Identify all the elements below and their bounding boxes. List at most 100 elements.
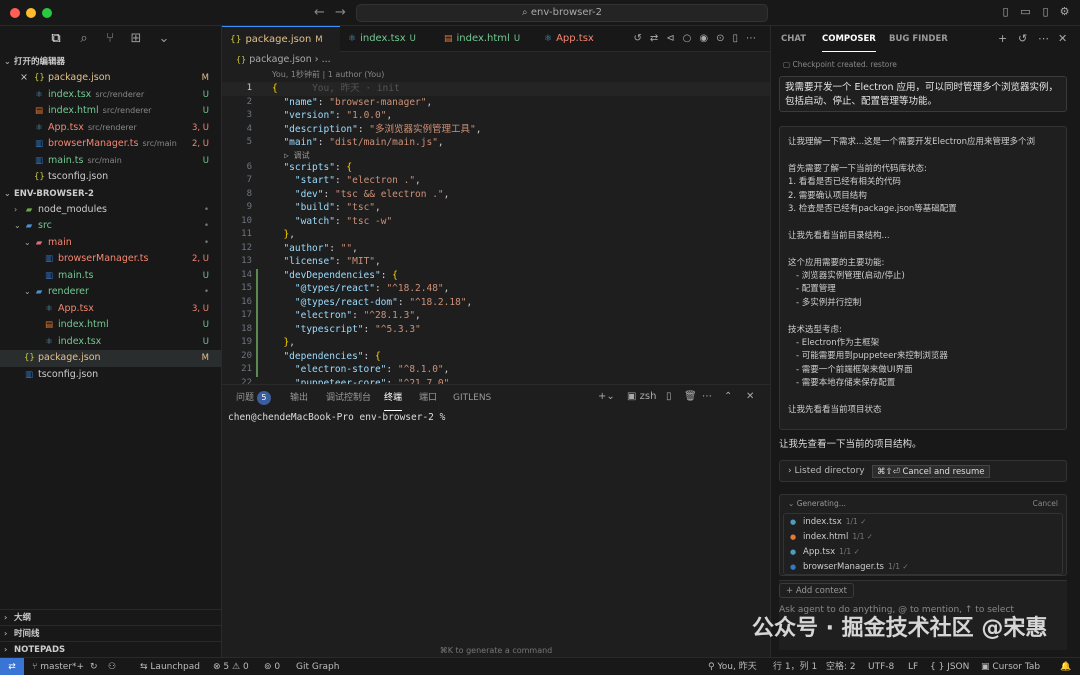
more-icon[interactable]: ⋯ [702,391,712,402]
code-line[interactable]: 7 "start": "electron .", [222,174,770,188]
language-mode[interactable]: { } JSON [930,658,969,675]
code-line[interactable]: 5 "main": "dist/main/main.js", [222,136,770,150]
gear-icon[interactable]: ⚙ [1058,6,1071,18]
sync-icon[interactable]: ↻ [90,658,98,675]
code-line[interactable]: 18 "typescript": "^5.3.3" [222,323,770,337]
split-terminal-icon[interactable]: ▯ [666,391,672,402]
close-icon[interactable]: ✕ [746,391,754,402]
history-icon[interactable]: ↺ [1018,32,1027,45]
terminal-prompt[interactable]: chen@chendeMacBook-Pro env-browser-2 % [228,412,445,423]
cancel-button[interactable]: Cancel [1033,495,1058,513]
command-center[interactable]: ⌕ env-browser-2 [356,4,768,22]
open-editor-item[interactable]: ⚛ App.tsx src/renderer 3, U [0,120,221,137]
tab-index-html[interactable]: ▤ index.html U [436,26,536,52]
indentation[interactable]: 空格: 2 [826,658,856,675]
forward-arrow-icon[interactable]: → [335,5,346,20]
code-line[interactable]: 12 "author": "", [222,242,770,256]
tab-app-tsx[interactable]: ⚛ App.tsx [536,26,606,52]
open-editor-item[interactable]: {} tsconfig.json [0,169,221,186]
open-editor-item[interactable]: ▤ index.html src/renderer U [0,103,221,120]
tree-item[interactable]: ⌄ ▰ renderer • [0,284,221,301]
new-terminal-icon[interactable]: +⌄ [598,391,615,402]
tab-problems[interactable]: 问题 5 [236,385,271,411]
tab-gitlens[interactable]: GITLENS [453,385,491,411]
live-share-icon[interactable]: ⚇ [108,658,116,675]
code-line[interactable]: 20 "dependencies": { [222,350,770,364]
eol[interactable]: LF [908,658,918,675]
toggle-sidebar-icon[interactable]: ▯ [999,6,1012,18]
code-line[interactable]: 3 "version": "1.0.0", [222,109,770,123]
source-control-icon[interactable]: ⑂ [102,31,118,47]
notification-icon[interactable]: 🔔 [1060,658,1071,675]
tab-bug-finder[interactable]: BUG FINDER [889,26,948,52]
tool-call-listed-directory[interactable]: › Listed directory ⌘⇧⏎ Cancel and resume [779,460,1067,482]
code-line[interactable]: 21 "electron-store": "^8.1.0", [222,363,770,377]
notepads-section[interactable]: › NOTEPADS [0,641,222,657]
tree-item[interactable]: ⌄ ▰ main • [0,235,221,252]
close-window-button[interactable] [10,8,20,18]
editor-actions[interactable]: ↺⇄⊲○◉⊙▯⋯ [633,33,764,44]
code-line[interactable]: 22 "puppeteer-core": "^21.7.0", [222,377,770,385]
code-line[interactable]: 13 "license": "MIT", [222,255,770,269]
tree-item[interactable]: ▤ index.html U [0,317,221,334]
code-line[interactable]: 1 { You, 昨天 · init [222,82,770,96]
encoding[interactable]: UTF-8 [868,658,894,675]
code-line[interactable]: 6 "scripts": { [222,161,770,175]
explorer-icon[interactable]: ⧉ [48,31,64,47]
code-line[interactable]: 17 "electron": "^28.1.3", [222,309,770,323]
breadcrumb[interactable]: {} package.json › ... [222,52,770,68]
open-editors-header[interactable]: ⌄ 打开的编辑器 [0,54,221,70]
cursor-position[interactable]: 行 1，列 1 [773,658,817,675]
generated-file-item[interactable]: ● browserManager.ts 1/1 ✓ [784,559,1062,574]
tree-item[interactable]: ⚛ index.tsx U [0,334,221,351]
code-line[interactable]: 10 "watch": "tsc -w" [222,215,770,229]
code-line[interactable]: 9 "build": "tsc", [222,201,770,215]
search-icon[interactable]: ⌕ [76,31,92,47]
branch-indicator[interactable]: ⑂ master*+ [32,658,84,675]
tab-terminal[interactable]: 终端 [384,385,403,411]
open-editor-item[interactable]: ▥ browserManager.ts src/main 2, U [0,136,221,153]
code-line[interactable]: 4 "description": "多浏览器实例管理工具", [222,123,770,137]
tree-item[interactable]: ▥ main.ts U [0,268,221,285]
code-view[interactable]: 1 { You, 昨天 · init 2 "name": "browser-mana… [222,82,770,384]
generated-file-item[interactable]: ● App.tsx 1/1 ✓ [784,544,1062,559]
minimize-window-button[interactable] [26,8,36,18]
tree-item[interactable]: › ▰ node_modules • [0,202,221,219]
blame-indicator[interactable]: ⚲ You, 昨天 [708,658,757,675]
remote-icon[interactable]: ⇄ [0,658,24,675]
close-icon[interactable]: ✕ [1058,32,1067,45]
extensions-icon[interactable]: ⊞ [128,31,144,47]
tab-composer[interactable]: COMPOSER [822,26,876,52]
debug-codelens[interactable]: ▷ 调试 [222,150,770,161]
git-blame-header[interactable]: You, 1秒钟前 | 1 author (You) [272,69,384,80]
tab-index-tsx[interactable]: ⚛ index.tsx U [340,26,436,52]
timeline-section[interactable]: › 时间线 [0,625,222,641]
tree-item[interactable]: ⚛ App.tsx 3, U [0,301,221,318]
back-arrow-icon[interactable]: ← [314,5,325,20]
terminal-shell-selector[interactable]: ▣ zsh [627,391,656,402]
tab-ports[interactable]: 端口 [419,385,437,411]
cursor-tab-indicator[interactable]: ▣ Cursor Tab [981,658,1040,675]
open-editor-item[interactable]: ⚛ index.tsx src/renderer U [0,87,221,104]
code-line[interactable]: 16 "@types/react-dom": "^18.2.18", [222,296,770,310]
generated-file-item[interactable]: ● index.html 1/1 ✓ [784,529,1062,544]
add-context-button[interactable]: + Add context [779,583,855,598]
tab-debug-console[interactable]: 调试控制台 [326,385,371,411]
tab-package-json[interactable]: {} package.json M [222,26,340,52]
code-line[interactable]: 11 }, [222,228,770,242]
close-icon[interactable]: × [20,70,28,87]
code-line[interactable]: 19 }, [222,336,770,350]
code-line[interactable]: 14 "devDependencies": { [222,269,770,283]
trash-icon[interactable]: 🗑 [684,391,697,402]
tree-item[interactable]: ⌄ ▰ src • [0,218,221,235]
maximize-window-button[interactable] [42,8,52,18]
git-graph-button[interactable]: Git Graph [296,658,339,675]
add-icon[interactable]: + [998,32,1007,45]
checkpoint-note[interactable]: ▢ Checkpoint created. restore [783,60,897,69]
ports-indicator[interactable]: ⊚ 0 [264,658,280,675]
generated-file-item[interactable]: ● index.tsx 1/1 ✓ [784,514,1062,529]
tree-item[interactable]: ▥ tsconfig.json [0,367,221,384]
tab-output[interactable]: 输出 [290,385,308,411]
code-line[interactable]: 15 "@types/react": "^18.2.48", [222,282,770,296]
toggle-panel-icon[interactable]: ▭ [1019,6,1032,18]
